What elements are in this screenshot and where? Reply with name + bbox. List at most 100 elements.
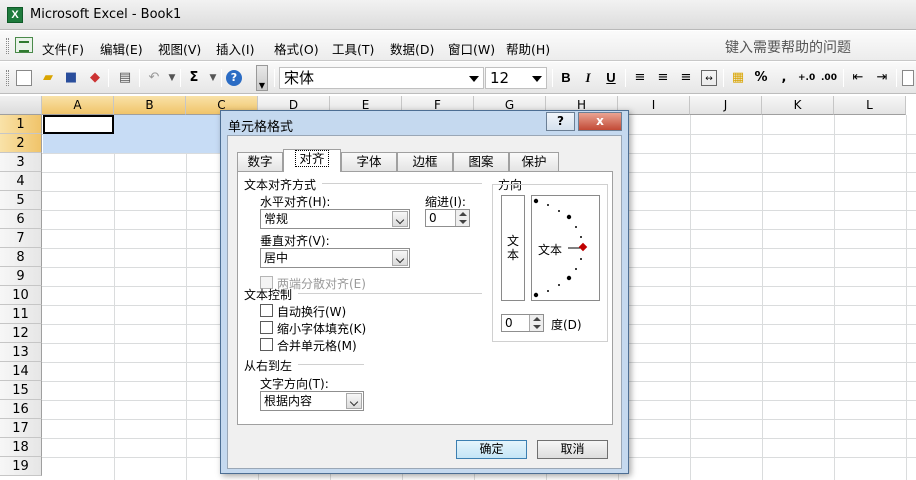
merge-center-icon[interactable]: ↔ bbox=[701, 70, 717, 86]
decrease-decimal-icon[interactable]: .00 bbox=[821, 70, 837, 86]
new-document-icon[interactable] bbox=[16, 70, 32, 86]
row-header[interactable]: 10 bbox=[0, 286, 42, 305]
tab-pattern[interactable]: 图案 bbox=[453, 152, 509, 171]
rtl-group-label: 从右到左 bbox=[244, 359, 293, 373]
row-header[interactable]: 18 bbox=[0, 438, 42, 457]
menu-edit[interactable]: 编辑(E) bbox=[100, 39, 143, 58]
grid-line bbox=[690, 115, 691, 480]
autosum-icon[interactable]: Σ bbox=[186, 70, 202, 86]
permission-icon[interactable]: ◆ bbox=[87, 70, 103, 86]
column-header[interactable]: A bbox=[42, 96, 114, 115]
cancel-button[interactable]: 取消 bbox=[537, 440, 608, 459]
vertical-align-label: 垂直对齐(V): bbox=[260, 234, 330, 248]
undo-dropdown-icon[interactable]: ▼ bbox=[164, 70, 180, 86]
dialog-help-button[interactable]: ? bbox=[546, 112, 575, 131]
row-header[interactable]: 2 bbox=[0, 134, 42, 153]
autosum-dropdown-icon[interactable]: ▼ bbox=[205, 70, 221, 86]
text-direction-select[interactable]: 根据内容 bbox=[260, 391, 364, 411]
print-icon[interactable]: ▤ bbox=[117, 70, 133, 86]
row-header[interactable]: 1 bbox=[0, 115, 42, 134]
borders-icon[interactable] bbox=[902, 70, 914, 86]
increase-decimal-icon[interactable]: +.0 bbox=[798, 70, 815, 86]
undo-icon[interactable]: ↶ bbox=[146, 70, 162, 86]
tab-alignment-label: 对齐 bbox=[295, 150, 329, 167]
row-header[interactable]: 3 bbox=[0, 153, 42, 172]
comma-style-icon[interactable]: , bbox=[776, 70, 792, 86]
row-header[interactable]: 9 bbox=[0, 267, 42, 286]
degree-spinner[interactable]: 0 bbox=[501, 314, 544, 332]
vertical-align-select[interactable]: 居中 bbox=[260, 248, 410, 268]
align-right-icon[interactable]: ≡ bbox=[678, 70, 694, 86]
font-size-combo[interactable]: 12 bbox=[485, 67, 547, 89]
horizontal-align-select[interactable]: 常规 bbox=[260, 209, 410, 229]
row-header[interactable]: 14 bbox=[0, 362, 42, 381]
indent-spinner[interactable]: 0 bbox=[425, 209, 470, 227]
column-header[interactable]: L bbox=[834, 96, 906, 115]
horizontal-align-label: 水平对齐(H): bbox=[260, 195, 331, 209]
currency-icon[interactable]: ▦ bbox=[730, 70, 746, 86]
underline-icon[interactable]: U bbox=[603, 70, 619, 86]
open-folder-icon[interactable]: ▰ bbox=[40, 70, 56, 86]
tab-alignment[interactable]: 对齐 bbox=[283, 149, 341, 172]
dialog-title: 单元格格式 bbox=[228, 120, 294, 135]
menu-tools[interactable]: 工具(T) bbox=[332, 39, 374, 58]
spin-arrows-icon[interactable] bbox=[529, 315, 543, 331]
tab-border[interactable]: 边框 bbox=[397, 152, 453, 171]
menubar-grip[interactable] bbox=[6, 38, 9, 54]
ok-button[interactable]: 确定 bbox=[456, 440, 527, 459]
row-header[interactable]: 17 bbox=[0, 419, 42, 438]
align-left-icon[interactable]: ≡ bbox=[632, 70, 648, 86]
align-center-icon[interactable]: ≡ bbox=[655, 70, 671, 86]
save-icon[interactable]: ■ bbox=[63, 70, 79, 86]
menu-help[interactable]: 帮助(H) bbox=[506, 39, 550, 58]
increase-indent-icon[interactable]: ⇥ bbox=[874, 70, 890, 86]
menu-view[interactable]: 视图(V) bbox=[158, 39, 201, 58]
row-header[interactable]: 4 bbox=[0, 172, 42, 191]
active-cell-a1[interactable] bbox=[43, 115, 114, 134]
chevron-down-icon bbox=[346, 393, 362, 409]
toolbar-options-icon[interactable]: ▼ bbox=[256, 65, 268, 91]
row-header[interactable]: 19 bbox=[0, 457, 42, 476]
vertical-text-box[interactable]: 文本 bbox=[501, 195, 525, 301]
tab-number[interactable]: 数字 bbox=[237, 152, 283, 171]
row-header[interactable]: 13 bbox=[0, 343, 42, 362]
font-name-combo[interactable]: 宋体 bbox=[279, 67, 484, 89]
row-header[interactable]: 6 bbox=[0, 210, 42, 229]
row-header[interactable]: 7 bbox=[0, 229, 42, 248]
percent-icon[interactable]: % bbox=[753, 70, 769, 86]
spin-arrows-icon[interactable] bbox=[455, 210, 469, 226]
help-search-box[interactable]: 键入需要帮助的问题 bbox=[725, 37, 851, 57]
dialog-close-button[interactable]: x bbox=[578, 112, 622, 131]
chevron-down-icon bbox=[532, 76, 542, 82]
row-header[interactable]: 16 bbox=[0, 400, 42, 419]
toolbar-grip[interactable] bbox=[6, 70, 9, 86]
menu-insert[interactable]: 插入(I) bbox=[216, 39, 254, 58]
merge-cells-checkbox[interactable] bbox=[260, 338, 273, 351]
shrink-to-fit-checkbox[interactable] bbox=[260, 321, 273, 334]
workbook-icon[interactable] bbox=[15, 37, 33, 53]
tab-font[interactable]: 字体 bbox=[341, 152, 397, 171]
column-header[interactable]: J bbox=[690, 96, 762, 115]
menu-window[interactable]: 窗口(W) bbox=[448, 39, 495, 58]
row-header[interactable]: 12 bbox=[0, 324, 42, 343]
italic-icon[interactable]: I bbox=[580, 70, 596, 86]
row-header[interactable]: 11 bbox=[0, 305, 42, 324]
row-header[interactable]: 5 bbox=[0, 191, 42, 210]
help-icon[interactable]: ? bbox=[226, 70, 242, 86]
row-header[interactable]: 15 bbox=[0, 381, 42, 400]
text-alignment-group-label: 文本对齐方式 bbox=[244, 178, 317, 192]
menu-data[interactable]: 数据(D) bbox=[390, 39, 434, 58]
tab-protection[interactable]: 保护 bbox=[509, 152, 559, 171]
select-all-corner[interactable] bbox=[0, 96, 42, 115]
bold-icon[interactable]: B bbox=[558, 70, 574, 86]
wrap-text-checkbox[interactable] bbox=[260, 304, 273, 317]
column-header[interactable]: B bbox=[114, 96, 186, 115]
menu-format[interactable]: 格式(O) bbox=[274, 39, 319, 58]
menu-file[interactable]: 文件(F) bbox=[42, 39, 84, 58]
column-header[interactable]: K bbox=[762, 96, 834, 115]
toolbar: ▰ ■ ◆ ▤ ↶ ▼ Σ ▼ ? ▼ 宋体 12 B I U ≡ ≡ ≡ ↔ … bbox=[0, 62, 916, 94]
row-header[interactable]: 8 bbox=[0, 248, 42, 267]
orientation-dial[interactable]: 文本 bbox=[531, 195, 600, 301]
decrease-indent-icon[interactable]: ⇤ bbox=[850, 70, 866, 86]
window-title: Microsoft Excel - Book1 bbox=[30, 7, 182, 22]
